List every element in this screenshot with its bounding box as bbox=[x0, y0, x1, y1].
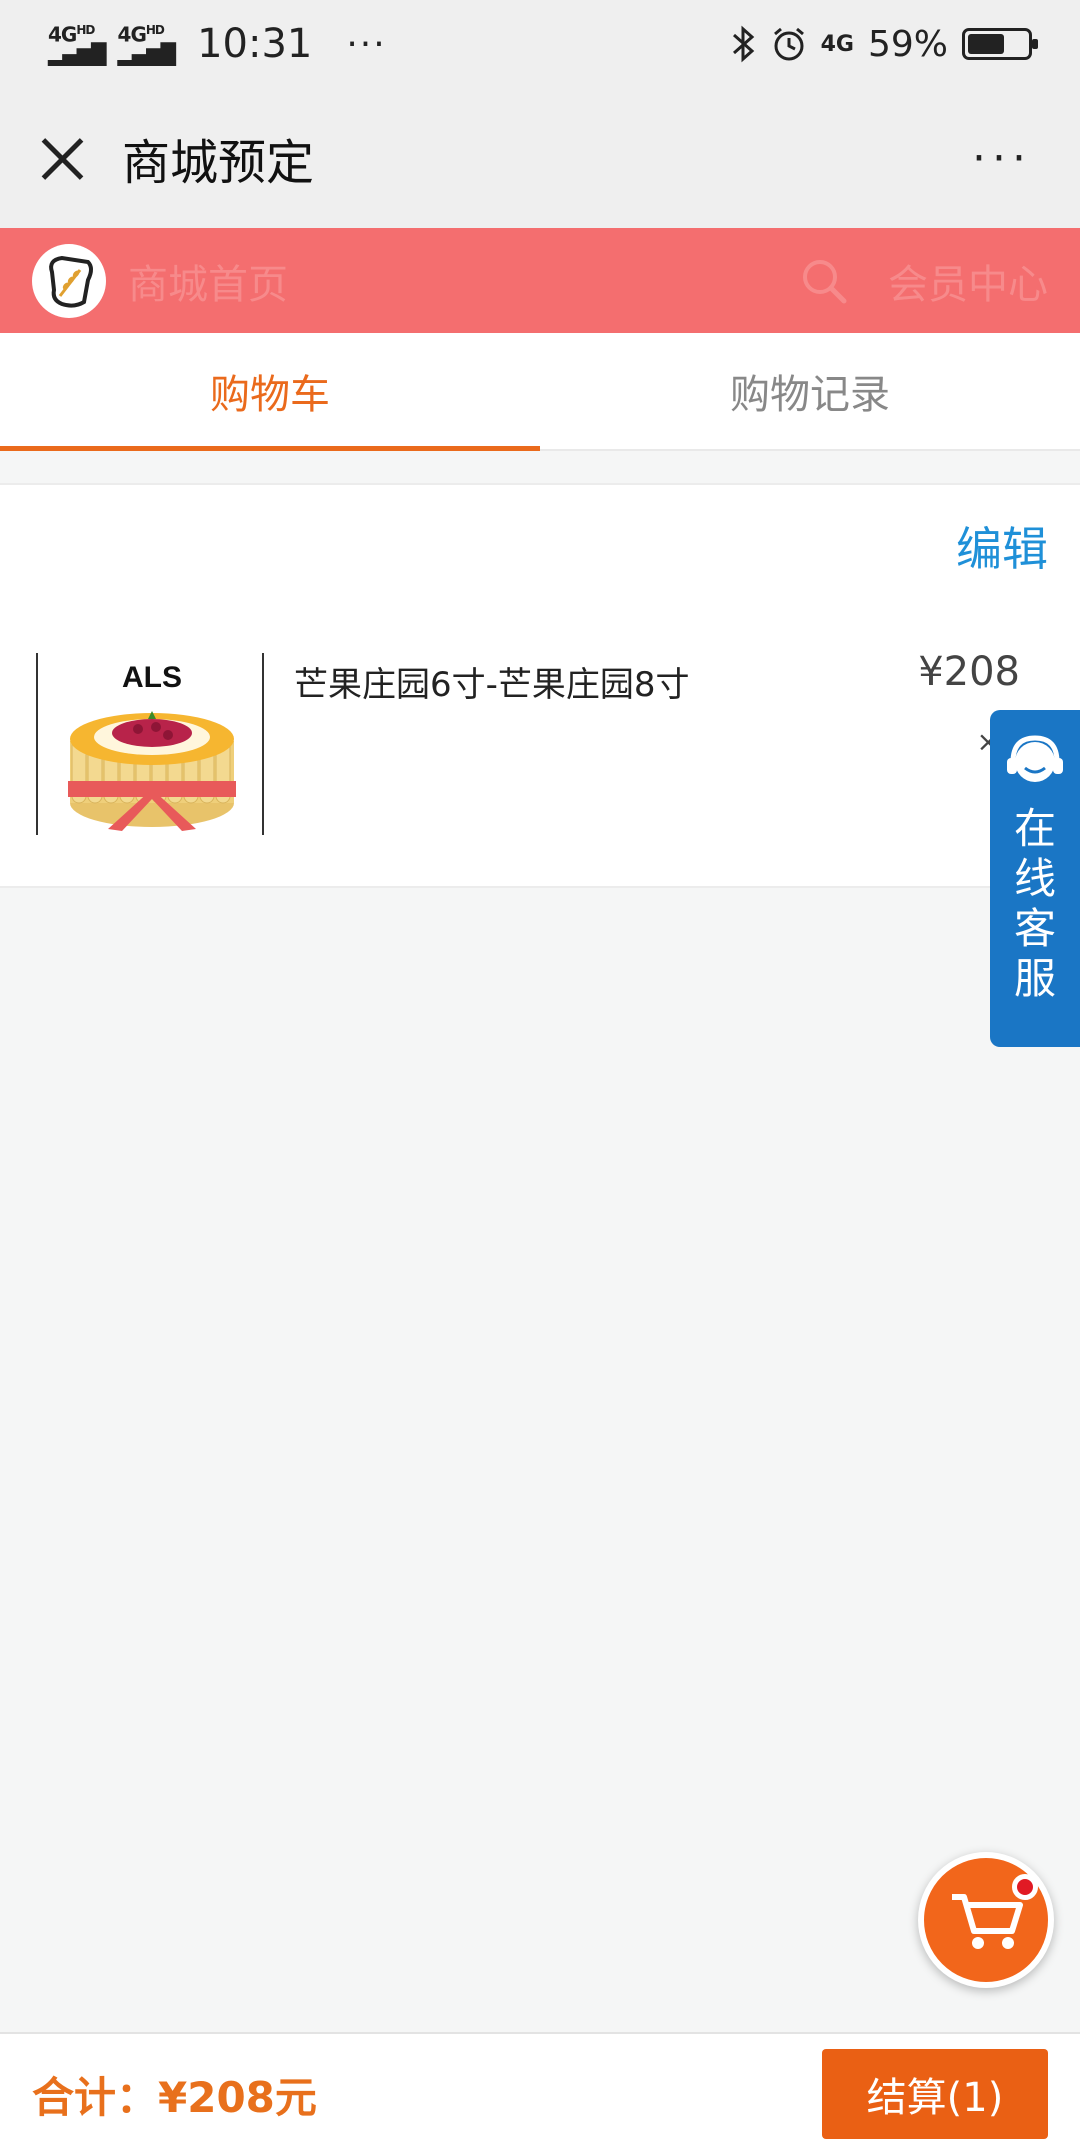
title-bar: 商城预定 ··· bbox=[0, 88, 1080, 228]
signal-icon: 4GHD ▂▄▆█ bbox=[117, 22, 177, 67]
signal-2-sup: HD bbox=[145, 22, 165, 37]
floating-cart-button[interactable] bbox=[918, 1852, 1054, 1988]
product-thumbnail[interactable]: ALS bbox=[36, 653, 264, 835]
online-service-label: 在线客服 bbox=[1013, 804, 1056, 1003]
search-icon[interactable] bbox=[798, 255, 850, 307]
status-left: 4GHD ▂▄▆█ 4GHD ▂▄▆█ 10:31 ··· bbox=[48, 21, 387, 67]
signal-1-sup: HD bbox=[76, 22, 95, 37]
checkout-button[interactable]: 结算(1) bbox=[822, 2049, 1048, 2139]
cart-icon bbox=[952, 1894, 1023, 1949]
signal-2-label: 4G bbox=[117, 22, 147, 47]
total-value: ¥208元 bbox=[158, 2072, 317, 2122]
battery-percent: 59% bbox=[867, 23, 948, 65]
brand-logo-text: ALS bbox=[122, 661, 182, 694]
status-more-icon: ··· bbox=[346, 23, 387, 65]
tab-purchase-history[interactable]: 购物记录 bbox=[540, 333, 1080, 449]
cart-badge bbox=[1012, 1874, 1038, 1900]
wheat-logo-icon bbox=[49, 255, 93, 308]
product-name[interactable]: 芒果庄园6寸-芒果庄园8寸 bbox=[294, 657, 690, 706]
tab-cart[interactable]: 购物车 bbox=[0, 333, 540, 451]
headset-icon bbox=[1007, 735, 1063, 782]
shop-home-link[interactable]: 商城首页 bbox=[128, 252, 288, 310]
checkout-footer: 合计： ¥208元 结算(1) bbox=[0, 2032, 1080, 2154]
shop-logo-icon[interactable] bbox=[32, 243, 106, 318]
battery-icon bbox=[962, 28, 1038, 60]
total-label: 合计： bbox=[32, 2072, 159, 2122]
product-price: ¥208 bbox=[918, 649, 1020, 695]
tab-bar: 购物车 购物记录 bbox=[0, 333, 1080, 451]
cake-image: ALS bbox=[68, 661, 236, 831]
edit-button[interactable]: 编辑 bbox=[956, 513, 1048, 579]
online-service-button[interactable]: 在线客服 bbox=[990, 710, 1080, 1047]
network-label: 4G bbox=[820, 31, 854, 57]
page-title: 商城预定 bbox=[122, 135, 315, 191]
status-bar: 4GHD ▂▄▆█ 4GHD ▂▄▆█ 10:31 ··· 4G 59% bbox=[0, 0, 1080, 88]
status-time: 10:31 bbox=[197, 21, 313, 67]
member-center-link[interactable]: 会员中心 bbox=[888, 252, 1048, 310]
bluetooth-icon bbox=[732, 25, 754, 63]
more-options-button[interactable]: ··· bbox=[972, 133, 1032, 184]
cart-panel: 编辑 ALS 芒果庄园6寸-芒果庄园8寸 ¥208 × bbox=[0, 483, 1080, 888]
status-right: 4G 59% bbox=[731, 23, 1038, 65]
close-icon[interactable] bbox=[32, 128, 92, 188]
signal-icon: 4GHD ▂▄▆█ bbox=[48, 22, 107, 67]
alarm-icon bbox=[773, 27, 804, 61]
signal-1-label: 4G bbox=[48, 22, 77, 47]
shop-header: 商城首页 会员中心 bbox=[0, 228, 1080, 333]
